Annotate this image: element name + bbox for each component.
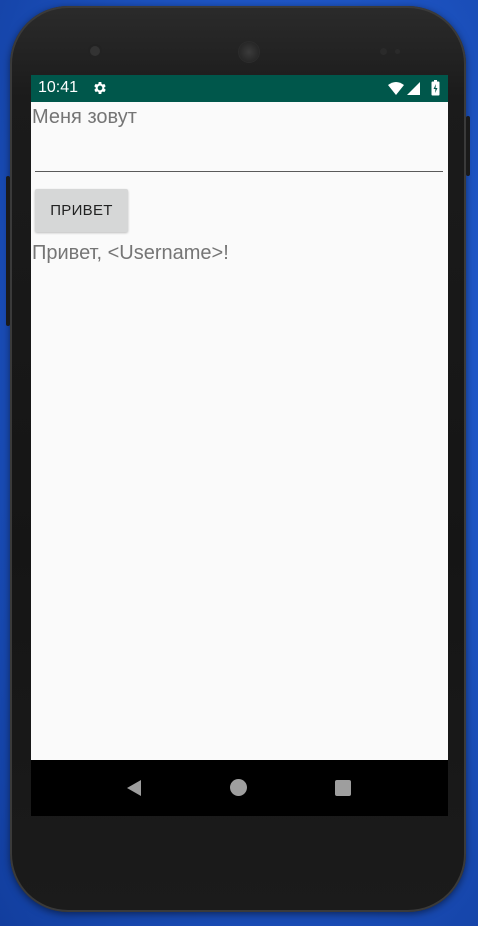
status-time: 10:41: [38, 79, 79, 96]
back-icon[interactable]: [125, 779, 143, 797]
name-input[interactable]: [35, 138, 443, 172]
front-camera: [90, 46, 100, 56]
phone-frame: 10:41 Меня зовут ПРИВЕТ Привет, <Usernam…: [6, 6, 470, 912]
light-sensor: [395, 49, 400, 54]
battery-icon: [431, 80, 440, 96]
wifi-icon: [388, 82, 404, 95]
greeting-text: Привет, <Username>!: [32, 242, 229, 264]
app-content: Меня зовут ПРИВЕТ Привет, <Username>!: [31, 102, 448, 760]
status-bar: 10:41: [31, 75, 448, 102]
power-button: [466, 116, 470, 176]
navigation-bar: [31, 760, 448, 816]
signal-icon: [407, 82, 420, 95]
device-screen: 10:41 Меня зовут ПРИВЕТ Привет, <Usernam…: [31, 75, 448, 816]
gear-icon: [94, 82, 106, 94]
proximity-sensor: [380, 48, 387, 55]
recents-icon[interactable]: [335, 780, 351, 796]
volume-button: [6, 176, 10, 326]
name-label: Меня зовут: [32, 106, 137, 128]
home-icon[interactable]: [230, 779, 247, 796]
earpiece-speaker: [239, 42, 259, 62]
hello-button[interactable]: ПРИВЕТ: [35, 189, 128, 232]
